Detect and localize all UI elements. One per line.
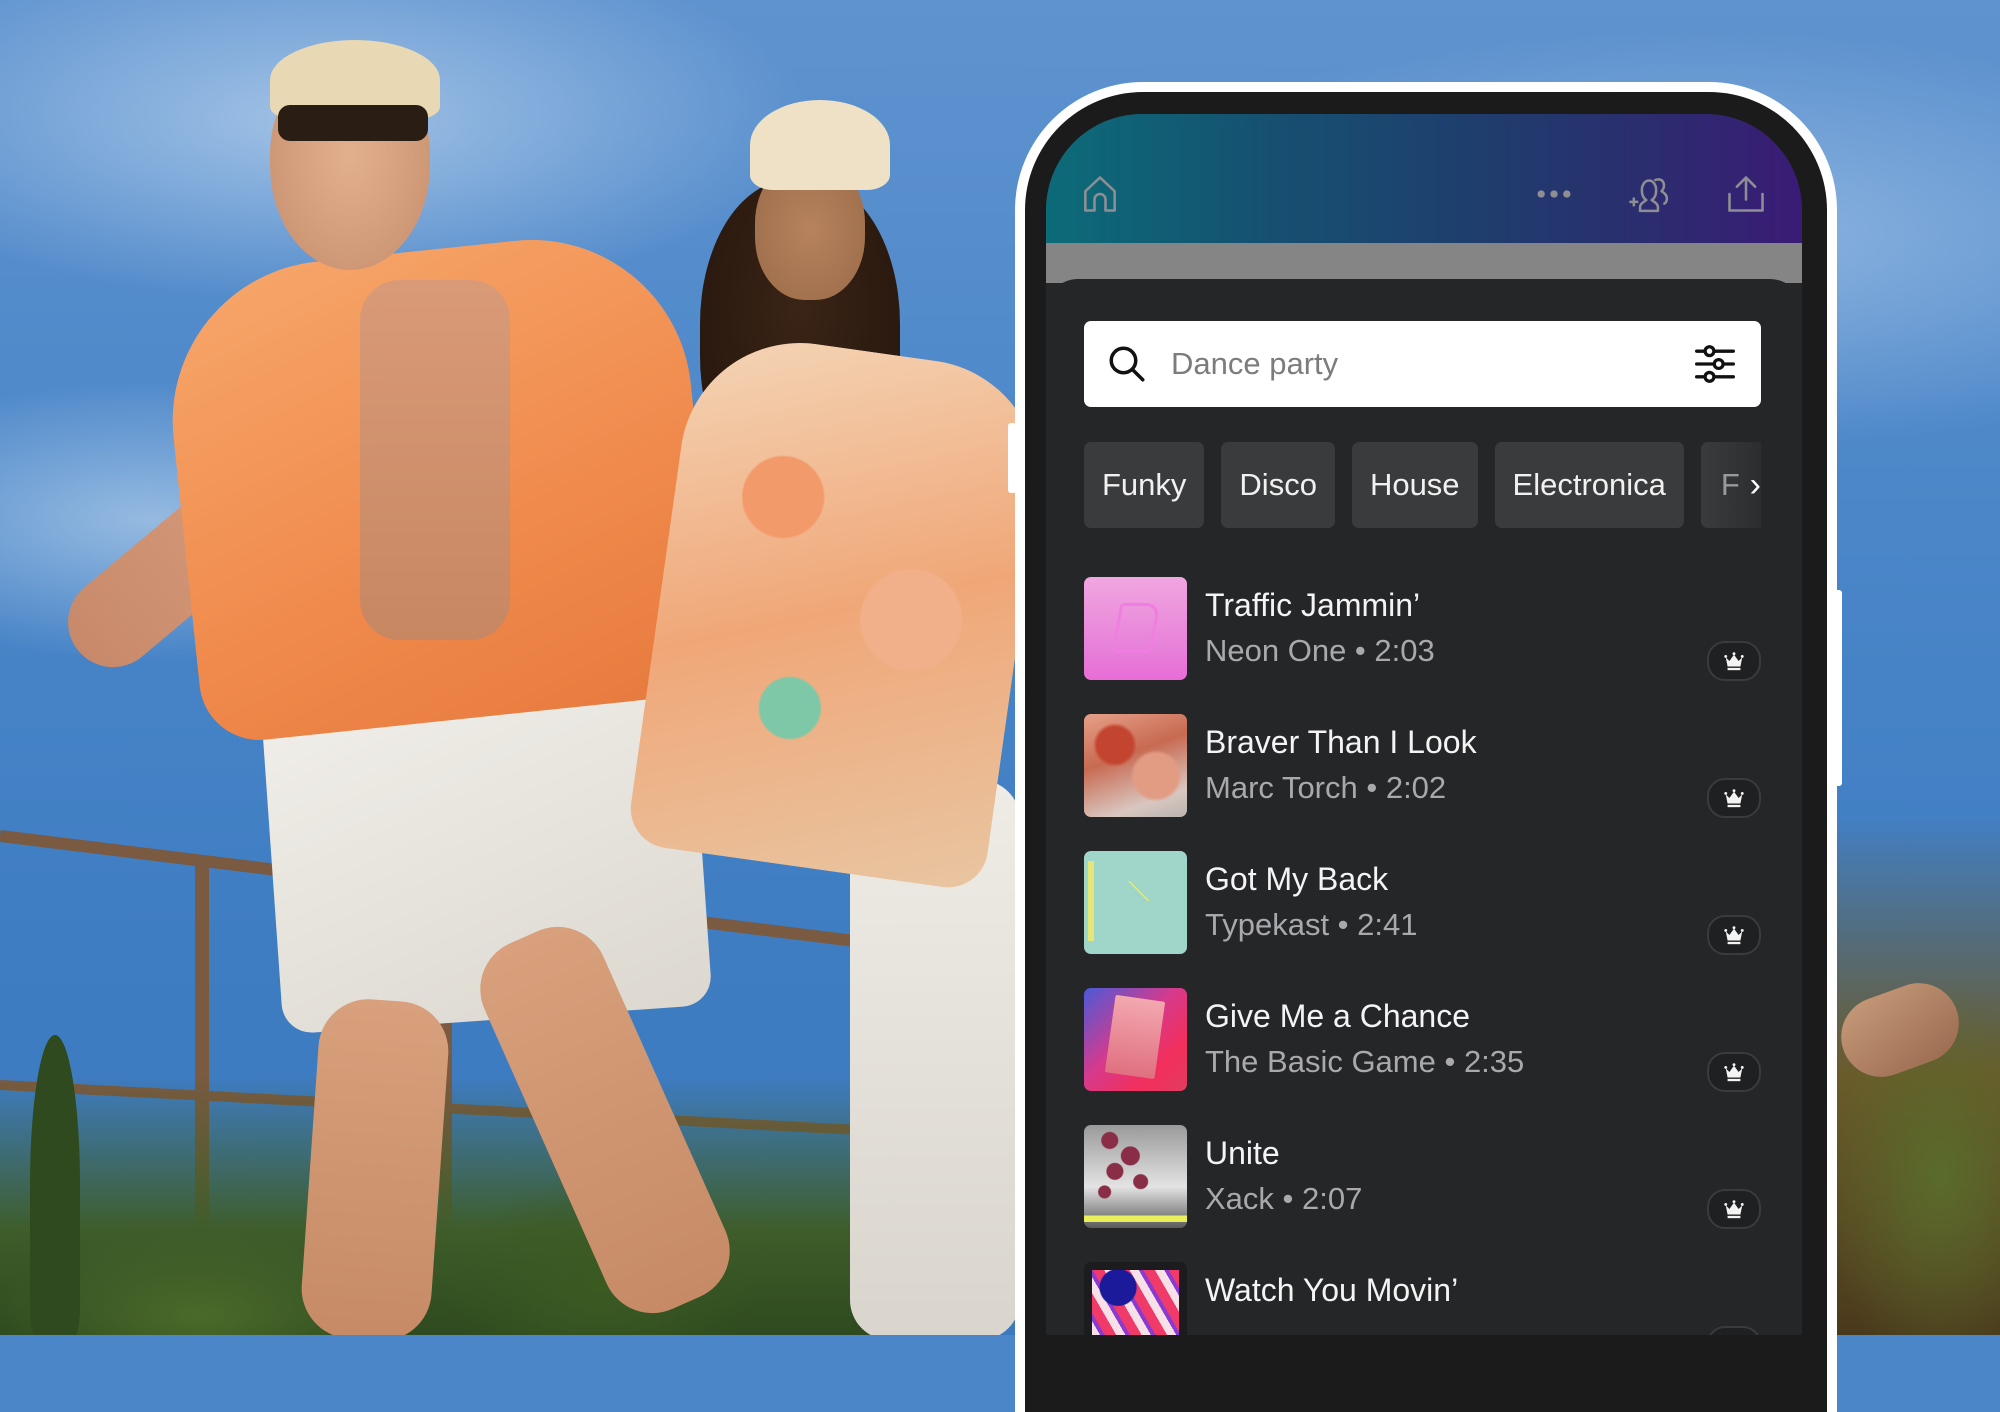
chip-partial[interactable]: F › — [1700, 442, 1761, 528]
search-input[interactable] — [1169, 333, 1693, 395]
patterned-shirt — [625, 327, 1055, 893]
crown-icon — [1707, 1189, 1761, 1229]
chest — [360, 280, 510, 640]
chip-funky[interactable]: Funky — [1084, 442, 1205, 528]
album-art — [1084, 988, 1187, 1091]
track-row[interactable]: Traffic Jammin’ Neon One • 2:03 — [1084, 577, 1761, 681]
cypress-tree — [30, 1035, 80, 1335]
track-row[interactable]: Watch You Movin’ — [1084, 1262, 1761, 1335]
filter-sliders-icon[interactable] — [1693, 342, 1737, 386]
chip-label: Disco — [1239, 467, 1317, 502]
track-subtitle: Marc Torch • 2:02 — [1205, 770, 1447, 805]
track-title: Got My Back — [1205, 861, 1389, 897]
track-title: Give Me a Chance — [1205, 998, 1471, 1034]
music-panel: Funky Disco House Electronica F › Traffi… — [1046, 279, 1802, 1335]
album-art — [1084, 577, 1187, 680]
add-people-icon[interactable] — [1624, 168, 1674, 218]
person-left — [49, 20, 746, 1335]
album-art — [1084, 851, 1187, 954]
crown-icon — [1707, 1326, 1761, 1335]
phone-screen: Funky Disco House Electronica F › Traffi… — [1046, 114, 1802, 1335]
track-subtitle: Typekast • 2:41 — [1205, 907, 1418, 942]
chip-label: F — [1720, 467, 1740, 502]
share-upload-icon[interactable] — [1724, 172, 1768, 216]
chip-house[interactable]: House — [1351, 442, 1478, 528]
search-icon — [1106, 343, 1148, 385]
top-bar — [1046, 114, 1802, 243]
track-row[interactable]: Got My Back Typekast • 2:41 — [1084, 851, 1761, 955]
chip-label: Electronica — [1512, 467, 1666, 502]
phone-side-button — [1008, 423, 1016, 493]
crown-icon — [1707, 1052, 1761, 1092]
track-subtitle: Neon One • 2:03 — [1205, 633, 1435, 668]
phone-side-button — [1834, 590, 1842, 786]
chip-disco[interactable]: Disco — [1221, 442, 1335, 528]
leg — [298, 995, 452, 1335]
track-row[interactable]: Give Me a Chance The Basic Game • 2:35 — [1084, 988, 1761, 1092]
chip-electronica[interactable]: Electronica — [1494, 442, 1684, 528]
chevron-right-icon[interactable]: › — [1750, 466, 1761, 505]
album-art — [1084, 714, 1187, 817]
crown-icon — [1707, 915, 1761, 955]
more-horizontal-icon[interactable] — [1532, 172, 1576, 216]
crown-icon — [1707, 778, 1761, 818]
track-subtitle: The Basic Game • 2:35 — [1205, 1044, 1525, 1079]
home-icon[interactable] — [1078, 172, 1122, 216]
chip-label: House — [1369, 467, 1460, 502]
track-title: Unite — [1205, 1135, 1280, 1171]
track-list: Traffic Jammin’ Neon One • 2:03 Braver T… — [1084, 577, 1761, 1335]
cap — [750, 100, 890, 190]
sunglasses — [278, 105, 428, 141]
person-right — [625, 100, 1055, 1335]
track-row[interactable]: Unite Xack • 2:07 — [1084, 1125, 1761, 1229]
gray-strip — [1046, 243, 1802, 283]
search-bar — [1084, 321, 1761, 407]
crown-icon — [1707, 641, 1761, 681]
track-row[interactable]: Braver Than I Look Marc Torch • 2:02 — [1084, 714, 1761, 818]
album-art — [1084, 1125, 1187, 1228]
trees-right — [1820, 815, 2000, 1335]
track-title: Watch You Movin’ — [1205, 1272, 1459, 1308]
track-title: Traffic Jammin’ — [1205, 587, 1421, 623]
genre-chips: Funky Disco House Electronica F › — [1084, 442, 1761, 528]
track-title: Braver Than I Look — [1205, 724, 1477, 760]
album-art — [1084, 1262, 1187, 1335]
track-subtitle: Xack • 2:07 — [1205, 1181, 1363, 1216]
chip-label: Funky — [1102, 467, 1187, 502]
